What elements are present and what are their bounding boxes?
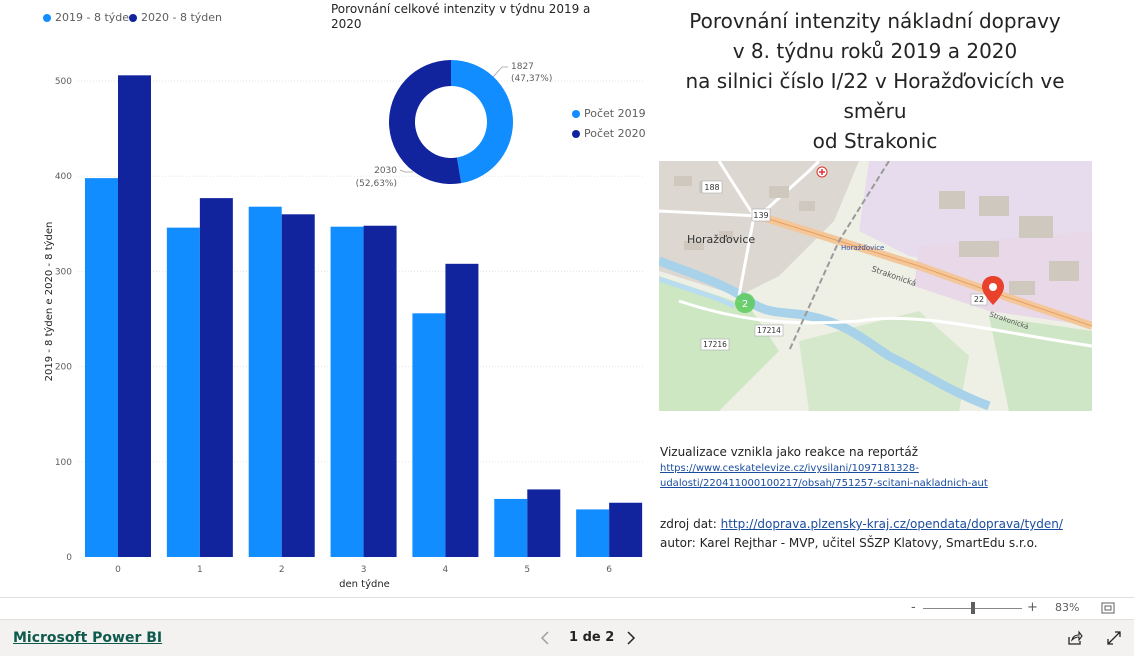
share-icon[interactable] xyxy=(1067,630,1083,646)
zoom-out-button[interactable]: - xyxy=(911,600,916,615)
info-source-link[interactable]: http://doprava.plzensky-kraj.cz/opendata… xyxy=(721,517,1063,531)
bar-2020-day-3[interactable] xyxy=(363,225,397,557)
donut-label-2019-value: 1827 xyxy=(511,62,534,72)
donut-legend-2019-label: Počet 2019 xyxy=(584,107,646,120)
x-tick-label: 2 xyxy=(279,565,285,575)
y-tick-label: 100 xyxy=(55,458,72,468)
map-hospital-icon xyxy=(816,166,828,178)
info-link-line2[interactable]: udalosti/220411000100217/obsah/751257-sc… xyxy=(660,478,988,489)
footer-bar: Microsoft Power BI 1 de 2 xyxy=(0,619,1134,656)
x-tick-label: 0 xyxy=(115,565,121,575)
x-tick-label: 4 xyxy=(443,565,449,575)
bar-2019-day-3[interactable] xyxy=(330,226,364,558)
report-title-line3: na silnici číslo I/22 v Horažďovicích ve… xyxy=(685,69,1065,123)
x-axis-title: den týdne xyxy=(339,578,390,590)
info-link-line1[interactable]: https://www.ceskatelevize.cz/ivysilani/1… xyxy=(660,463,919,474)
donut-label-2019-pct: (47,37%) xyxy=(511,74,552,84)
report-title: Porovnání intenzity nákladní dopravy v 8… xyxy=(655,6,1095,156)
donut-label-2020-pct: (52,63%) xyxy=(356,179,397,189)
y-tick-label: 300 xyxy=(55,267,72,277)
donut-leader-2020 xyxy=(399,169,413,173)
y-tick-label: 200 xyxy=(55,363,72,373)
bar-2019-day-1[interactable] xyxy=(166,227,200,557)
map-town-small-label: Horažďovice xyxy=(841,244,884,252)
donut-slice-2019[interactable] xyxy=(451,60,513,184)
report-canvas: 2019 - 8 týden 2020 - 8 týden 0 100 200 300… xyxy=(0,0,1134,597)
bar-2020-day-0[interactable] xyxy=(118,75,151,558)
x-tick-label: 6 xyxy=(606,565,612,575)
map-road-139-label: 139 xyxy=(753,211,768,220)
x-tick-label: 3 xyxy=(361,565,367,575)
info-source-label: zdroj dat: xyxy=(660,517,721,531)
bar-2020-day-6[interactable] xyxy=(609,502,643,557)
bar-2020-day-2[interactable] xyxy=(281,214,315,558)
bar-2019-day-4[interactable] xyxy=(412,313,446,557)
map-road-17214-label: 17214 xyxy=(757,326,781,335)
y-tick-label: 400 xyxy=(55,172,72,182)
bar-2020-day-5[interactable] xyxy=(527,489,561,557)
donut-title: Porovnání celkové intenzity v týdnu 2019… xyxy=(331,2,591,31)
bar-2019-day-2[interactable] xyxy=(248,206,282,557)
donut-legend-dot-2019 xyxy=(572,109,580,118)
info-link[interactable]: https://www.ceskatelevize.cz/ivysilani/1… xyxy=(660,461,988,491)
donut-chart[interactable]: 1827 (47,37%) 2030 (52,63%) xyxy=(330,40,640,200)
x-tick-label: 1 xyxy=(197,565,203,575)
power-bi-brand-link[interactable]: Microsoft Power BI xyxy=(13,630,162,646)
previous-page-icon[interactable] xyxy=(540,631,550,645)
map-cluster-count: 2 xyxy=(742,299,748,310)
donut-legend-2020-label: Počet 2020 xyxy=(584,127,646,140)
fullscreen-icon[interactable] xyxy=(1106,630,1122,646)
bar-2019-day-5[interactable] xyxy=(494,498,528,557)
bar-2020-day-1[interactable] xyxy=(199,198,233,557)
map-visual[interactable]: 188 139 Horažďovice Horažďovice Strakoni… xyxy=(659,161,1092,411)
bar-2019-day-6[interactable] xyxy=(576,509,610,557)
map-town-label: Horažďovice xyxy=(687,233,755,246)
zoom-in-button[interactable]: + xyxy=(1027,600,1038,615)
report-title-line1: Porovnání intenzity nákladní dopravy xyxy=(689,9,1061,33)
info-intro: Vizualizace vznikla jako reakce na repor… xyxy=(660,445,919,459)
donut-legend-2020[interactable]: Počet 2020 xyxy=(572,127,646,140)
next-page-icon[interactable] xyxy=(626,631,636,645)
donut-legend-dot-2020 xyxy=(572,129,580,138)
donut-legend-2019[interactable]: Počet 2019 xyxy=(572,107,646,120)
fit-to-page-icon[interactable] xyxy=(1101,602,1115,614)
y-axis-title: 2019 - 8 týden e 2020 - 8 týden xyxy=(43,222,55,382)
y-tick-label: 500 xyxy=(55,77,72,87)
zoom-slider-thumb[interactable] xyxy=(970,602,975,614)
page-indicator: 1 de 2 xyxy=(569,630,615,645)
info-author: autor: Karel Rejthar - MVP, učitel SŠZP … xyxy=(660,536,1038,550)
y-tick-label: 0 xyxy=(66,553,72,563)
x-tick-label: 5 xyxy=(524,565,530,575)
donut-label-2020-value: 2030 xyxy=(374,166,397,176)
bar-2019-day-0[interactable] xyxy=(85,178,118,557)
report-title-line2: v 8. týdnu roků 2019 a 2020 xyxy=(732,39,1018,63)
donut-leader-2019 xyxy=(492,66,508,78)
donut-slice-2020[interactable] xyxy=(388,60,462,184)
report-title-line4: od Strakonic xyxy=(812,129,938,153)
bar-2020-day-4[interactable] xyxy=(445,263,479,557)
info-source: zdroj dat: http://doprava.plzensky-kraj.… xyxy=(660,517,1063,531)
map-road-17216-label: 17216 xyxy=(703,340,727,349)
zoom-percent: 83% xyxy=(1055,601,1080,614)
zoom-bar: - + 83% xyxy=(0,597,1134,620)
map-road-22-label: 22 xyxy=(974,295,984,304)
map-road-188-label: 188 xyxy=(704,183,719,192)
